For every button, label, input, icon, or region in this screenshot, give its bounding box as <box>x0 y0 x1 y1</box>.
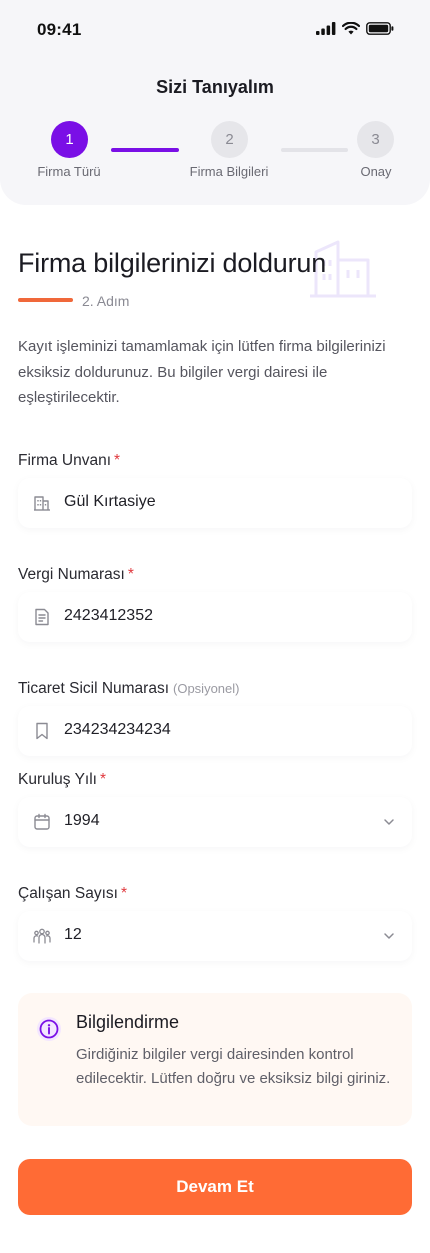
wifi-icon <box>342 22 360 35</box>
stepper: 1 2 3 Firma Türü Firma Bilgileri Onay <box>0 120 430 190</box>
tax-number-field[interactable]: 2423412352 <box>18 592 412 642</box>
founding-year-label: Kuruluş Yılı * <box>18 771 107 788</box>
tax-number-value: 2423412352 <box>64 607 153 624</box>
step-1-label: Firma Türü <box>37 164 101 179</box>
building-icon <box>34 496 50 511</box>
trade-registry-value: 234234234234 <box>64 721 171 738</box>
step-3-label: Onay <box>360 164 392 179</box>
required-marker: * <box>127 566 134 583</box>
required-marker: * <box>114 452 121 469</box>
document-icon <box>35 608 49 626</box>
founding-year-select[interactable]: 1994 <box>18 797 412 847</box>
signal-icon <box>316 22 336 35</box>
step-number: 2. Adım <box>82 293 130 309</box>
tax-number-label: Vergi Numarası * <box>18 566 134 583</box>
company-name-field[interactable]: Gül Kırtasiye <box>18 478 412 528</box>
info-text: Girdiğiniz bilgiler vergi dairesinden ko… <box>76 1046 391 1087</box>
info-icon <box>37 1017 61 1041</box>
employee-count-value: 12 <box>64 926 82 943</box>
trade-registry-field[interactable]: 234234234234 <box>18 706 412 756</box>
section-description: Kayıt işleminizi tamamlamak için lütfen … <box>18 338 386 406</box>
status-time: 09:41 <box>37 20 82 39</box>
optional-marker: (Opsiyonel) <box>173 681 240 696</box>
step-2-label: Firma Bilgileri <box>189 164 269 179</box>
calendar-icon <box>34 813 50 830</box>
status-icons <box>316 22 394 35</box>
battery-icon <box>366 22 394 35</box>
step-connector-1 <box>111 148 179 152</box>
company-name-label: Firma Unvanı * <box>18 452 121 469</box>
company-name-value: Gül Kırtasiye <box>64 493 156 510</box>
founding-year-value: 1994 <box>64 812 100 829</box>
bookmark-icon <box>36 722 48 740</box>
step-connector-2 <box>281 148 348 152</box>
step-accent-bar <box>18 298 73 302</box>
step-3-circle[interactable]: 3 <box>357 121 394 158</box>
trade-registry-label: Ticaret Sicil Numarası (Opsiyonel) <box>18 680 240 697</box>
page-title: Sizi Tanıyalım <box>156 77 274 97</box>
required-marker: * <box>120 885 127 902</box>
header: 09:41 Sizi Tanıyalım 1 2 3 Firma Türü Fi… <box>0 0 430 205</box>
step-2-circle[interactable]: 2 <box>211 121 248 158</box>
employee-count-select[interactable]: 12 <box>18 911 412 961</box>
employee-count-label: Çalışan Sayısı * <box>18 885 127 902</box>
chevron-down-icon <box>384 819 394 825</box>
continue-button[interactable]: Devam Et <box>18 1159 412 1215</box>
info-box: Bilgilendirme Girdiğiniz bilgiler vergi … <box>18 993 412 1126</box>
chevron-down-icon <box>384 933 394 939</box>
info-title: Bilgilendirme <box>76 1012 180 1032</box>
people-icon <box>33 928 51 944</box>
status-bar: 09:41 <box>0 0 430 60</box>
required-marker: * <box>99 771 107 788</box>
section-title: Firma bilgilerinizi doldurun <box>18 248 327 278</box>
step-1-circle[interactable]: 1 <box>51 121 88 158</box>
